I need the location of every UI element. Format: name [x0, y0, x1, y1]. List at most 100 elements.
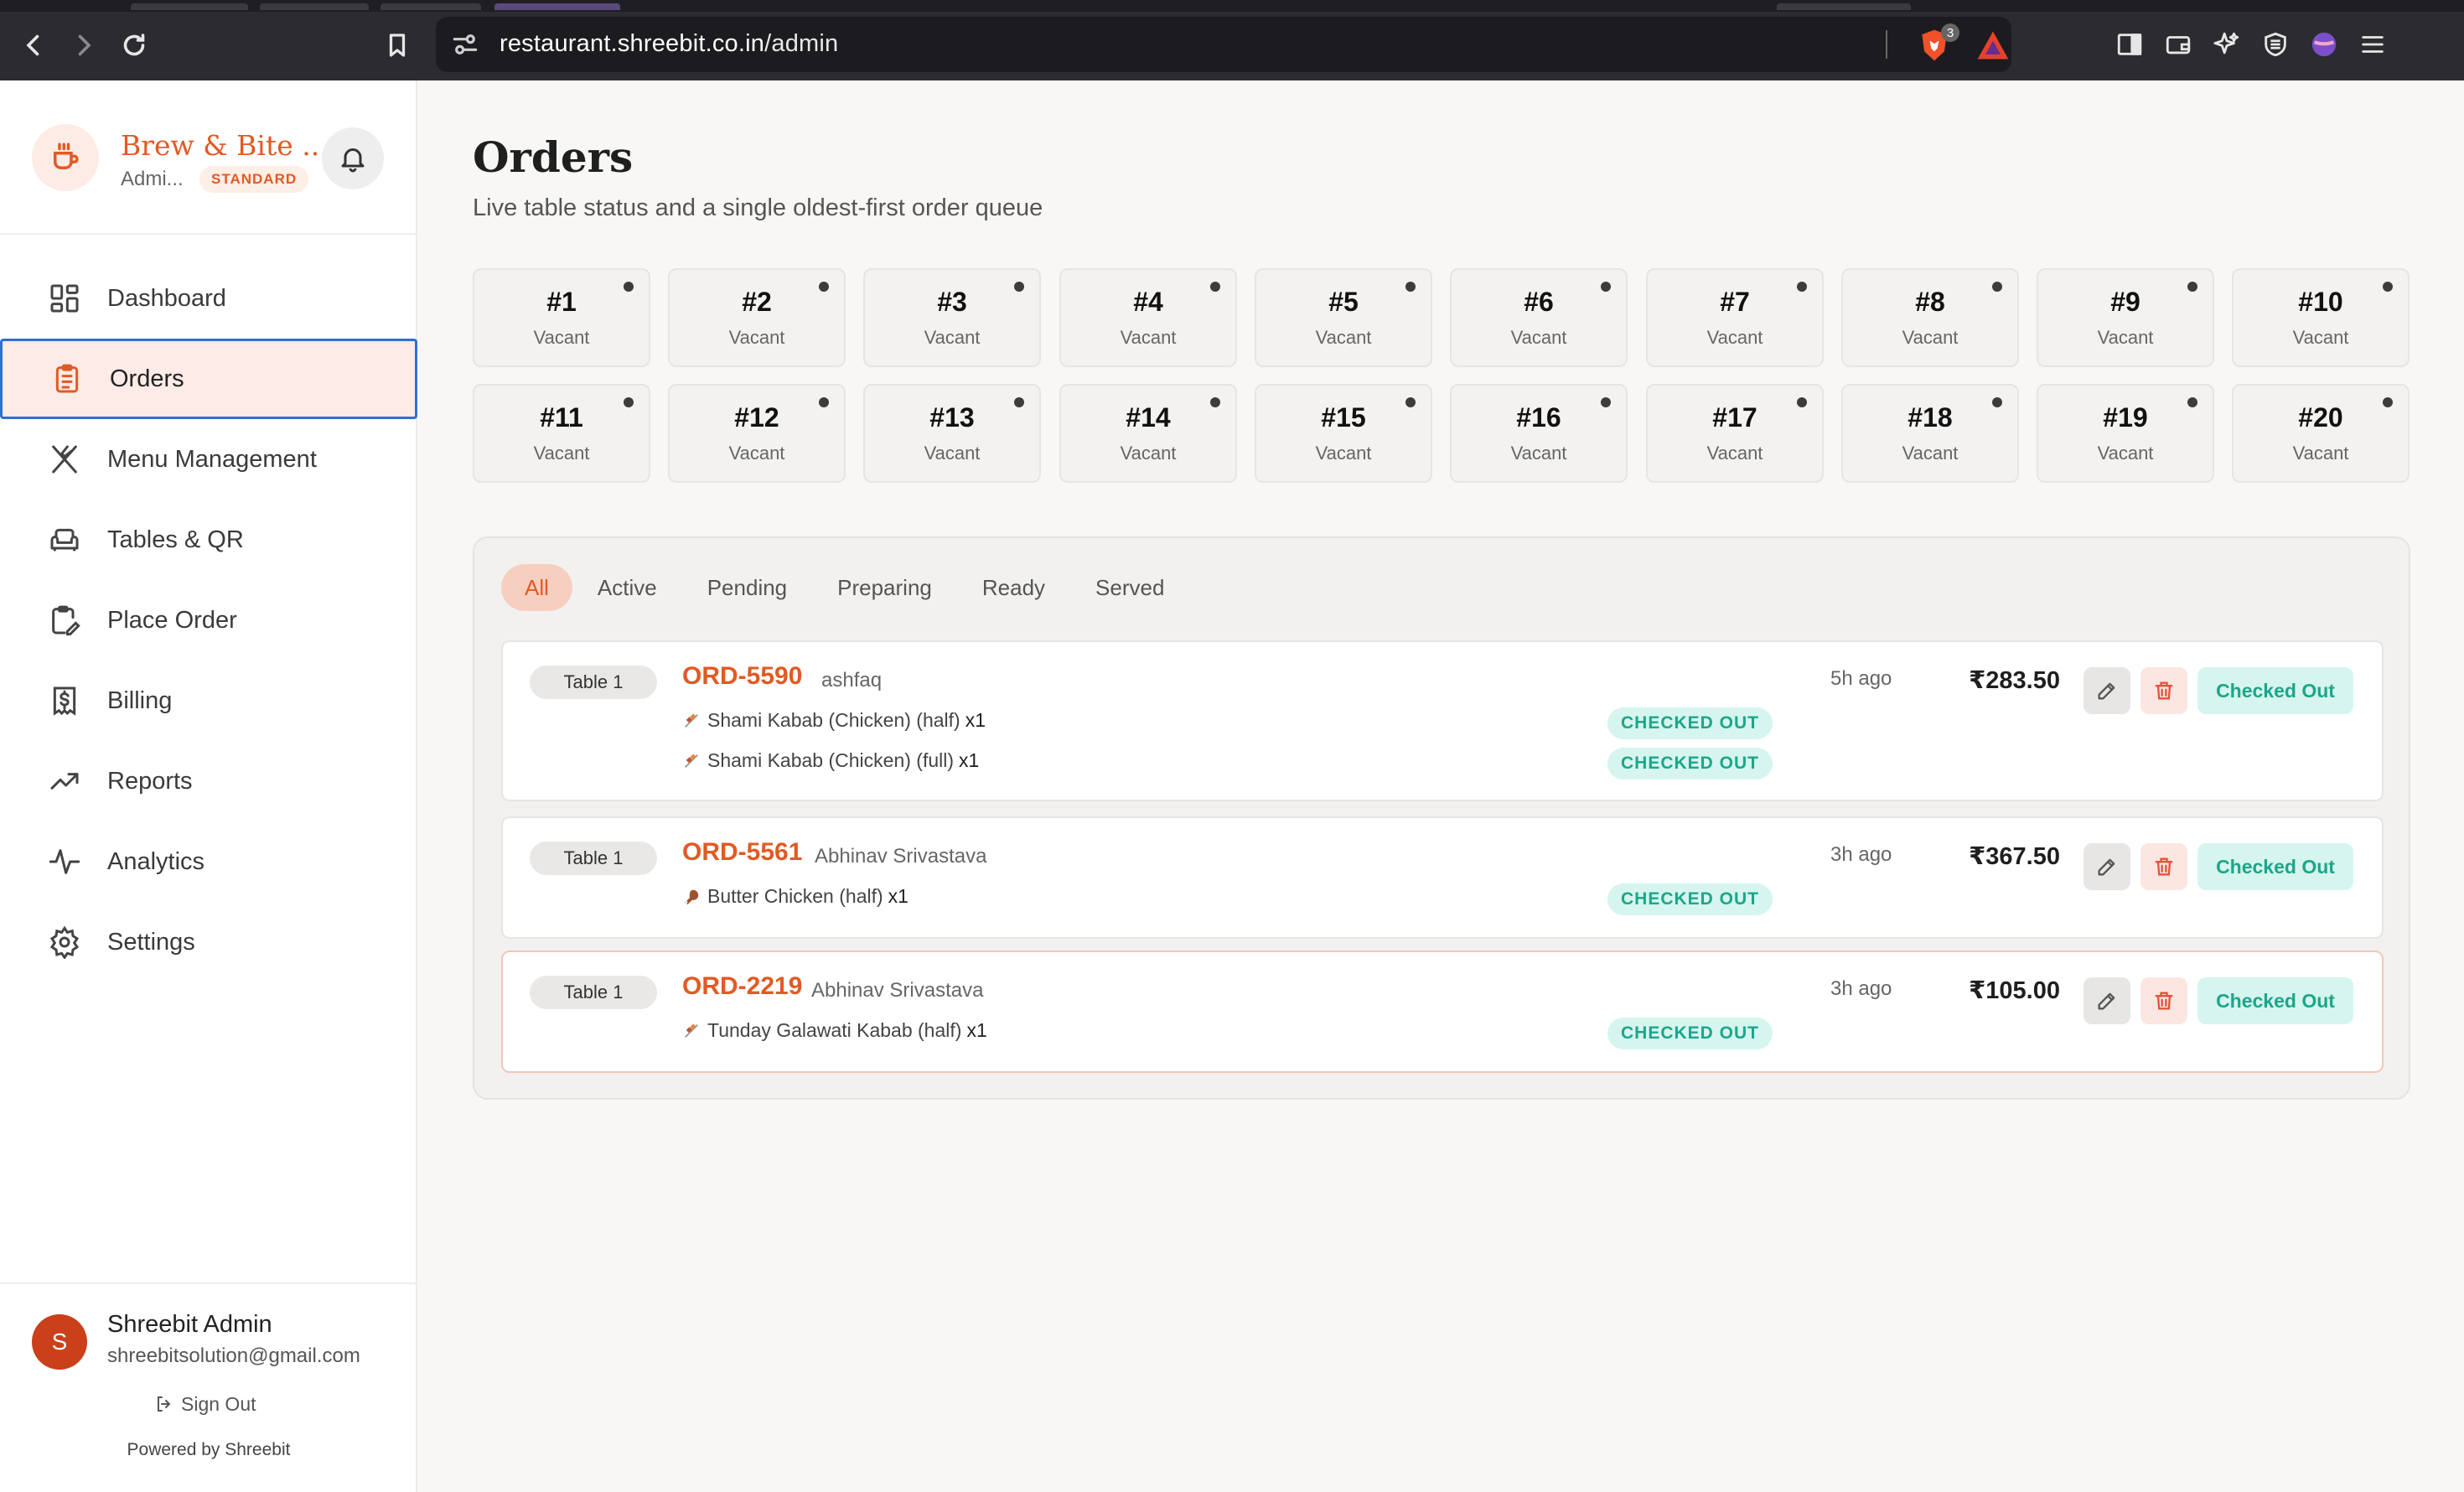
address-bar[interactable]: restaurant.shreebit.co.in/admin 3: [436, 17, 2011, 72]
order-amount: ₹283.50: [1969, 667, 2060, 694]
table-card[interactable]: #2 Vacant: [668, 268, 846, 367]
table-card[interactable]: #7 Vacant: [1646, 268, 1824, 367]
table-number: #7: [1720, 287, 1750, 317]
table-card[interactable]: #10 Vacant: [2232, 268, 2410, 367]
filter-all[interactable]: All: [501, 564, 572, 611]
delete-order-button[interactable]: [2140, 843, 2187, 890]
table-card[interactable]: #16 Vacant: [1450, 384, 1628, 483]
filter-ready[interactable]: Ready: [957, 564, 1070, 611]
sidebar-item-label: Dashboard: [107, 284, 226, 312]
table-number: #9: [2110, 287, 2140, 317]
sidebar-toggle-button[interactable]: [2105, 22, 2154, 67]
sidebar-item-tables-qr[interactable]: Tables & QR: [0, 500, 417, 580]
reload-button[interactable]: [114, 25, 154, 65]
order-status-button[interactable]: Checked Out: [2197, 667, 2353, 714]
table-card[interactable]: #6 Vacant: [1450, 268, 1628, 367]
order-time: 5h ago: [1830, 667, 1892, 690]
filter-served[interactable]: Served: [1070, 564, 1189, 611]
trash-icon: [2155, 857, 2173, 876]
bookmark-button[interactable]: [377, 25, 417, 65]
order-status-button[interactable]: Checked Out: [2197, 977, 2353, 1024]
back-button[interactable]: [13, 25, 54, 65]
table-badge: Table 1: [530, 842, 657, 875]
sidebar-item-settings[interactable]: Settings: [0, 902, 417, 982]
brave-rewards-icon[interactable]: [1975, 27, 2011, 64]
delete-order-button[interactable]: [2140, 977, 2187, 1024]
filter-preparing[interactable]: Preparing: [812, 564, 957, 611]
table-card[interactable]: #14 Vacant: [1059, 384, 1237, 483]
kebab-icon: [685, 1023, 698, 1038]
table-card[interactable]: #12 Vacant: [668, 384, 846, 483]
restaurant-name: Brew & Bite ...: [121, 129, 329, 162]
clipboard-icon: [49, 361, 85, 396]
table-status: Vacant: [728, 327, 785, 348]
delete-order-button[interactable]: [2140, 667, 2187, 714]
sidebar-item-analytics[interactable]: Analytics: [0, 821, 417, 902]
url-text[interactable]: restaurant.shreebit.co.in/admin: [500, 30, 838, 58]
table-card[interactable]: #17 Vacant: [1646, 384, 1824, 483]
wallet-button[interactable]: [2154, 22, 2203, 67]
table-card[interactable]: #5 Vacant: [1255, 268, 1432, 367]
main-menu-button[interactable]: [2348, 22, 2397, 67]
sidebar-item-place-order[interactable]: Place Order: [0, 580, 417, 661]
table-card[interactable]: #20 Vacant: [2232, 384, 2410, 483]
table-number: #4: [1133, 287, 1163, 317]
table-card[interactable]: #15 Vacant: [1255, 384, 1432, 483]
sidebar-item-menu-management[interactable]: Menu Management: [0, 419, 417, 500]
browser-tab[interactable]: [494, 3, 620, 10]
edit-order-button[interactable]: [2084, 667, 2130, 714]
forward-button[interactable]: [64, 25, 104, 65]
table-badge: Table 1: [530, 976, 657, 1009]
vpn-button[interactable]: [2251, 22, 2300, 67]
powered-by: Powered by Shreebit: [127, 1440, 291, 1459]
clipboard-edit-icon: [47, 603, 82, 638]
table-card[interactable]: #19 Vacant: [2037, 384, 2214, 483]
table-card[interactable]: #8 Vacant: [1841, 268, 2019, 367]
table-number: #19: [2103, 402, 2148, 433]
status-dot: [1014, 397, 1024, 407]
profile-avatar-icon: [2311, 32, 2337, 57]
sidebar-item-dashboard[interactable]: Dashboard: [0, 258, 417, 339]
page-subtitle: Live table status and a single oldest-fi…: [473, 194, 1043, 221]
status-dot: [1210, 282, 1220, 292]
trash-icon: [2155, 681, 2173, 700]
sign-out-label: Sign Out: [181, 1392, 256, 1415]
browser-tab[interactable]: [260, 3, 369, 10]
filter-pending[interactable]: Pending: [682, 564, 812, 611]
status-dot: [2383, 397, 2393, 407]
table-card[interactable]: #18 Vacant: [1841, 384, 2019, 483]
sidebar-item-billing[interactable]: Billing: [0, 661, 417, 741]
order-card[interactable]: Table 1 ORD-5561 Abhinav Srivastava Butt…: [501, 816, 2384, 939]
trash-icon: [2155, 992, 2173, 1010]
table-number: #13: [929, 402, 975, 433]
leo-ai-button[interactable]: [2203, 22, 2251, 67]
customer-name: Abhinav Srivastava: [811, 979, 984, 1002]
table-number: #14: [1126, 402, 1171, 433]
edit-order-button[interactable]: [2084, 843, 2130, 890]
page-title: Orders: [473, 132, 634, 182]
table-card[interactable]: #9 Vacant: [2037, 268, 2214, 367]
order-status-button[interactable]: Checked Out: [2197, 843, 2353, 890]
sign-out-button[interactable]: Sign Out: [154, 1390, 256, 1418]
sidebar-item-orders[interactable]: Orders: [0, 339, 417, 419]
notifications-button[interactable]: [322, 127, 384, 189]
filter-active[interactable]: Active: [572, 564, 682, 611]
browser-tab[interactable]: [1777, 3, 1911, 10]
site-settings-icon[interactable]: [449, 28, 481, 60]
table-card[interactable]: #3 Vacant: [863, 268, 1041, 367]
edit-order-button[interactable]: [2084, 977, 2130, 1024]
order-card[interactable]: Table 1 ORD-5590 ashfaq Shami Kabab (Chi…: [501, 640, 2384, 801]
order-card[interactable]: Table 1 ORD-2219 Abhinav Srivastava Tund…: [501, 951, 2384, 1073]
table-card[interactable]: #13 Vacant: [863, 384, 1041, 483]
sidebar-item-reports[interactable]: Reports: [0, 741, 417, 821]
table-card[interactable]: #11 Vacant: [473, 384, 650, 483]
status-dot: [1601, 397, 1611, 407]
table-card[interactable]: #1 Vacant: [473, 268, 650, 367]
table-card[interactable]: #4 Vacant: [1059, 268, 1237, 367]
profile-button[interactable]: [2300, 22, 2348, 67]
browser-tab[interactable]: [380, 3, 481, 10]
table-status: Vacant: [2292, 327, 2349, 348]
browser-tab[interactable]: [131, 3, 248, 10]
table-number: #10: [2298, 287, 2343, 317]
utensils-icon: [47, 442, 82, 477]
